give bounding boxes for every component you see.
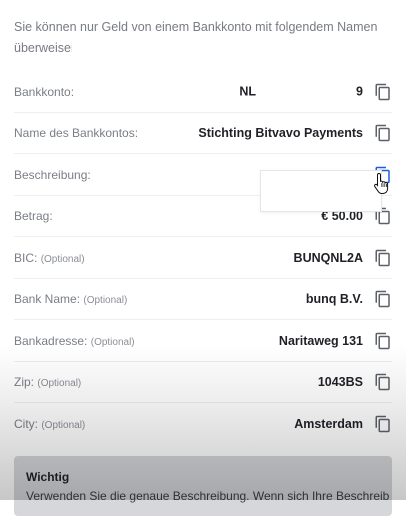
label-bic-optional: (Optional) xyxy=(40,253,85,265)
row-city: City: (Optional) Amsterdam xyxy=(14,403,392,444)
row-bankkonto: Bankkonto: NL 9 xyxy=(14,71,392,113)
value-bank-name: bunq B.V. xyxy=(305,291,363,306)
copy-icon xyxy=(375,415,390,432)
notice-text: Verwenden Sie die genaue Beschreibung. W… xyxy=(26,489,390,503)
label-account-name: Name des Bankkontos: xyxy=(14,125,139,140)
copy-icon xyxy=(375,373,390,390)
copy-icon xyxy=(375,249,390,266)
label-bank-address: Bankadresse: (Optional) xyxy=(14,334,135,348)
copy-icon xyxy=(375,290,390,307)
copy-bankkonto-button[interactable] xyxy=(374,83,392,101)
label-city-optional: (Optional) xyxy=(41,419,86,431)
label-bic-text: BIC: xyxy=(14,250,38,265)
row-zip: Zip: (Optional) 1043BS xyxy=(14,361,392,403)
row-bank-name: Bank Name: (Optional) bunq B.V. xyxy=(14,278,392,320)
copy-bank-address-button[interactable] xyxy=(374,332,392,350)
label-bank-address-optional: (Optional) xyxy=(90,336,135,348)
copy-bank-name-button[interactable] xyxy=(374,290,392,308)
label-zip-optional: (Optional) xyxy=(37,377,82,389)
copy-icon xyxy=(375,83,390,100)
label-city: City: (Optional) xyxy=(14,417,85,431)
redaction-intro xyxy=(72,36,284,68)
copy-zip-button[interactable] xyxy=(374,373,392,391)
value-bankkonto-end: 9 xyxy=(356,84,363,99)
redaction-description xyxy=(260,170,382,212)
label-bic: BIC: (Optional) xyxy=(14,251,85,265)
hand-pointer-icon xyxy=(374,172,389,194)
redaction-iban xyxy=(256,84,357,99)
label-bank-name: Bank Name: (Optional) xyxy=(14,292,127,306)
copy-bic-button[interactable] xyxy=(374,249,392,267)
value-bic: BUNQNL2A xyxy=(293,250,363,265)
label-bank-name-optional: (Optional) xyxy=(83,294,128,306)
value-city: Amsterdam xyxy=(294,416,363,431)
intro-line-1: Sie können nur Geld von einem Bankkonto … xyxy=(14,20,378,34)
label-bank-name-text: Bank Name: xyxy=(14,291,81,306)
value-bank-address: Naritaweg 131 xyxy=(278,333,363,348)
copy-account-name-button[interactable] xyxy=(374,124,392,142)
label-description: Beschreibung: xyxy=(14,167,91,182)
label-amount: Betrag: xyxy=(14,208,53,223)
value-bankkonto-start: NL xyxy=(239,84,257,99)
row-bank-address: Bankadresse: (Optional) Naritaweg 131 xyxy=(14,320,392,362)
label-city-text: City: xyxy=(14,416,38,431)
value-bankkonto: NL 9 xyxy=(239,84,363,99)
label-zip: Zip: (Optional) xyxy=(14,375,81,389)
copy-icon xyxy=(375,332,390,349)
copy-icon xyxy=(375,124,390,141)
notice-title: Wichtig xyxy=(26,470,70,484)
row-account-name: Name des Bankkontos: Stichting Bitvavo P… xyxy=(14,112,392,154)
value-zip: 1043BS xyxy=(317,374,363,389)
label-bank-address-text: Bankadresse: xyxy=(14,333,88,348)
label-zip-text: Zip: xyxy=(14,374,35,389)
copy-city-button[interactable] xyxy=(374,415,392,433)
important-notice: Wichtig Verwenden Sie die genaue Beschre… xyxy=(14,456,392,516)
label-bankkonto: Bankkonto: xyxy=(14,84,75,99)
value-account-name: Stichting Bitvavo Payments xyxy=(198,125,363,140)
row-bic: BIC: (Optional) BUNQNL2A xyxy=(14,237,392,279)
